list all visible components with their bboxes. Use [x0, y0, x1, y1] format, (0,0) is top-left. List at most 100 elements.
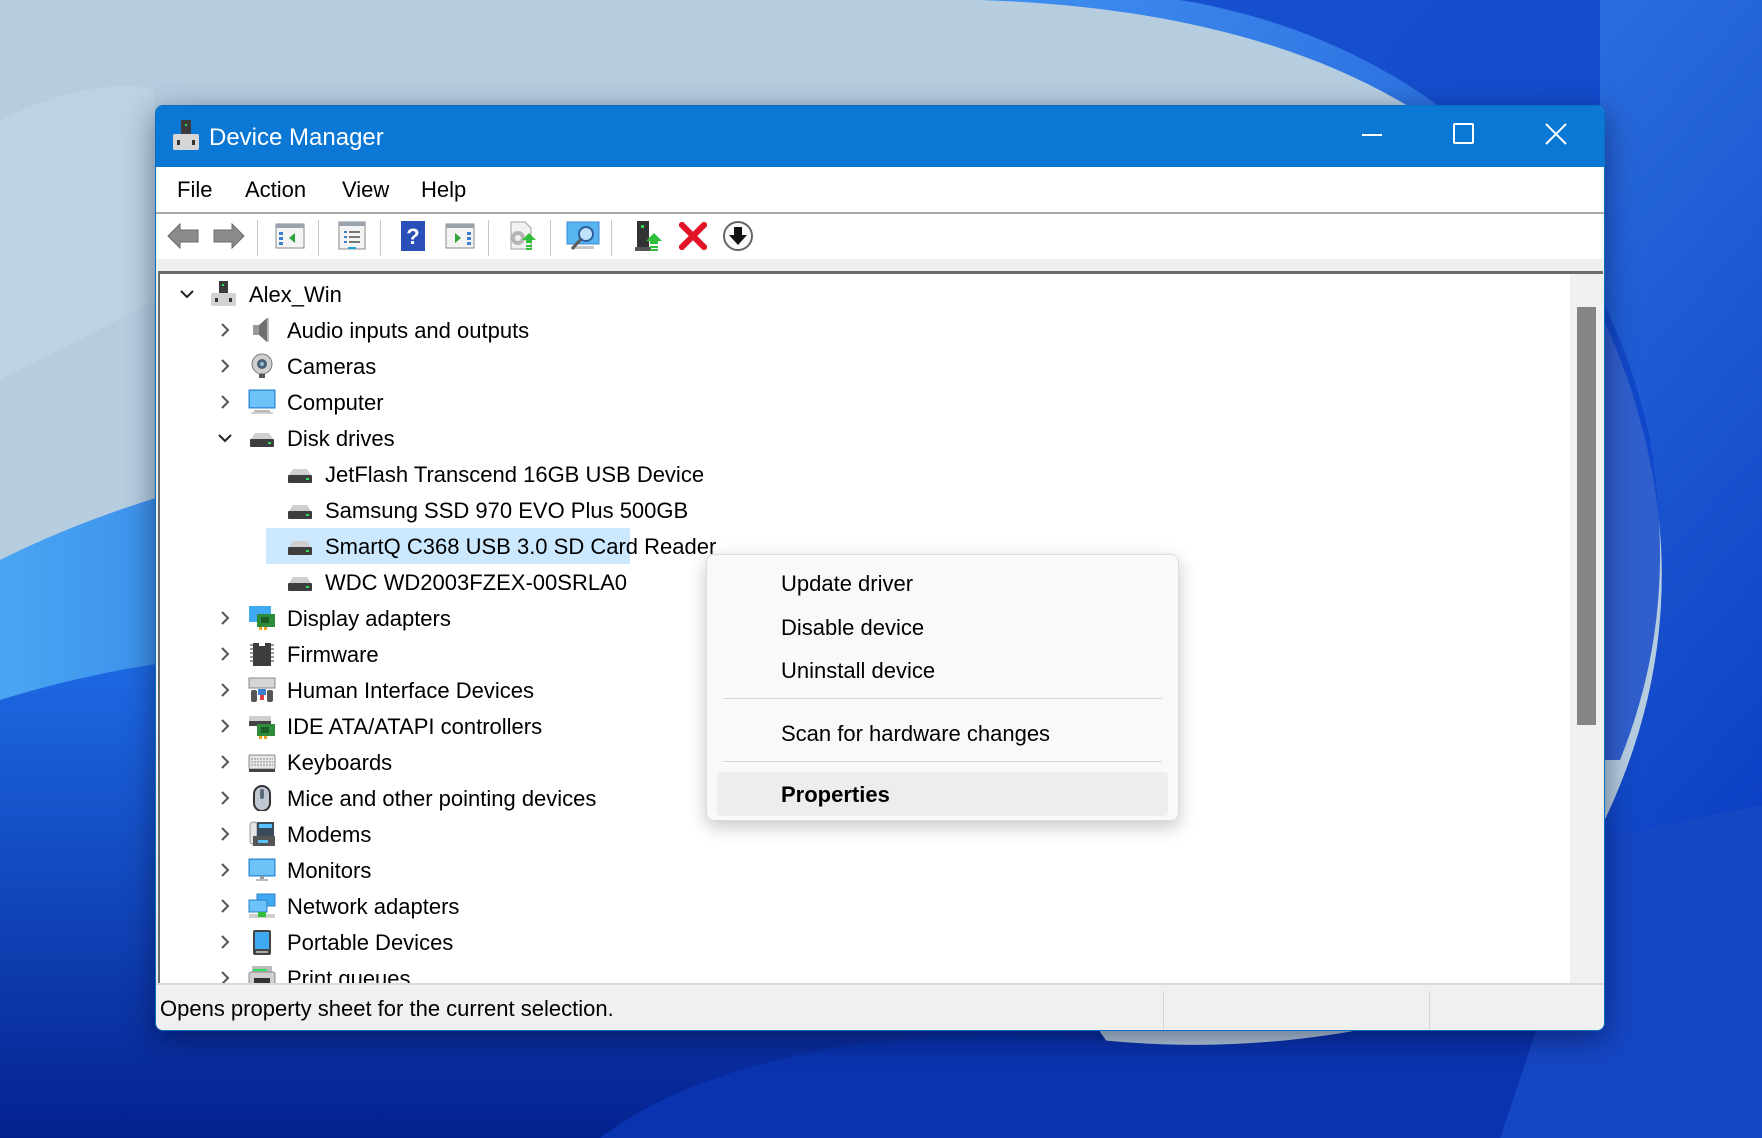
ctx-separator: [723, 761, 1162, 762]
menu-file[interactable]: File: [177, 177, 212, 203]
forward-button[interactable]: [212, 219, 246, 253]
chevron-right-icon[interactable]: [215, 788, 235, 808]
show-hide-console-tree-button[interactable]: [273, 219, 307, 253]
tree-root[interactable]: Alex_Win: [160, 276, 1560, 312]
title-bar[interactable]: Device Manager: [156, 106, 1604, 167]
ctx-scan-hardware[interactable]: Scan for hardware changes: [717, 713, 1168, 753]
toolbar-separator: [318, 220, 319, 256]
chevron-right-icon[interactable]: [215, 932, 235, 952]
help-icon: ?: [401, 221, 425, 251]
computer-monitor-icon: [248, 389, 276, 415]
show-hide-action-pane-button[interactable]: [443, 219, 477, 253]
menu-help[interactable]: Help: [421, 177, 466, 203]
scan-hardware-button[interactable]: [566, 219, 600, 253]
close-icon: [1545, 122, 1567, 145]
webcam-icon: [248, 353, 276, 379]
tree-item-label: Disk drives: [287, 426, 395, 451]
menu-view[interactable]: View: [342, 177, 389, 203]
chevron-right-icon[interactable]: [215, 968, 235, 983]
disk-drive-icon: [286, 497, 314, 523]
disk-drive-icon: [248, 425, 276, 451]
chevron-right-icon[interactable]: [215, 860, 235, 880]
toolbar-separator: [550, 220, 551, 256]
tree-item-label: Print queues: [287, 966, 411, 983]
status-divider: [1429, 991, 1430, 1030]
monitor-icon: [248, 857, 276, 883]
printer-icon: [248, 965, 276, 983]
tree-category[interactable]: Cameras: [160, 348, 1560, 384]
back-button[interactable]: [166, 219, 200, 253]
tree-category[interactable]: Network adapters: [160, 888, 1560, 924]
chevron-right-icon[interactable]: [215, 752, 235, 772]
uninstall-device-button[interactable]: [676, 219, 710, 253]
menu-bar: File Action View Help: [156, 167, 1604, 214]
keyboard-icon: [248, 749, 276, 775]
chevron-down-icon[interactable]: [177, 284, 197, 304]
update-driver-icon: [510, 221, 536, 250]
window-title: Device Manager: [209, 124, 384, 151]
chevron-right-icon[interactable]: [215, 644, 235, 664]
menu-action[interactable]: Action: [245, 177, 306, 203]
tree-item-label: Portable Devices: [287, 930, 454, 955]
console-tree-icon: [275, 223, 305, 249]
tree-item-label: Keyboards: [287, 750, 393, 775]
chevron-right-icon[interactable]: [215, 680, 235, 700]
close-button[interactable]: [1516, 106, 1596, 167]
properties-sheet-icon: [338, 221, 366, 250]
arrow-left-icon: [167, 223, 199, 249]
chevron-right-icon[interactable]: [215, 320, 235, 340]
tree-category[interactable]: Modems: [160, 816, 1560, 852]
network-adapter-icon: [248, 893, 276, 919]
tree-category[interactable]: Monitors: [160, 852, 1560, 888]
display-adapter-icon: [248, 605, 276, 631]
tree-category[interactable]: Portable Devices: [160, 924, 1560, 960]
update-driver-button[interactable]: [504, 219, 538, 253]
tree-device[interactable]: Samsung SSD 970 EVO Plus 500GB: [160, 492, 1560, 528]
tree-category[interactable]: Audio inputs and outputs: [160, 312, 1560, 348]
add-device-button[interactable]: [631, 219, 665, 253]
vertical-scrollbar[interactable]: [1570, 274, 1603, 983]
tree-item-label: JetFlash Transcend 16GB USB Device: [325, 462, 705, 487]
chevron-right-icon[interactable]: [215, 608, 235, 628]
properties-button[interactable]: [335, 219, 369, 253]
toolbar: ?: [156, 214, 1604, 260]
hid-icon: [248, 677, 276, 703]
disable-device-button[interactable]: [721, 219, 755, 253]
tree-item-label: Human Interface Devices: [287, 678, 534, 703]
chevron-right-icon[interactable]: [215, 392, 235, 412]
ctx-uninstall-device[interactable]: Uninstall device: [717, 650, 1168, 690]
device-manager-icon: [173, 120, 199, 150]
ctx-item-label: Update driver: [781, 571, 914, 596]
tree-item-label: Network adapters: [287, 894, 460, 919]
chevron-right-icon[interactable]: [215, 824, 235, 844]
status-bar: Opens property sheet for the current sel…: [156, 983, 1604, 1030]
ctx-properties[interactable]: Properties: [717, 772, 1168, 816]
scan-monitor-icon: [566, 221, 600, 251]
tree-item-label: Monitors: [287, 858, 372, 883]
tree-category[interactable]: Print queues: [160, 960, 1560, 983]
help-button[interactable]: ?: [396, 219, 430, 253]
maximize-icon: [1452, 123, 1474, 144]
speaker-icon: [248, 317, 276, 343]
action-pane-icon: [445, 223, 475, 249]
ctx-separator: [723, 698, 1162, 699]
scrollbar-thumb[interactable]: [1577, 307, 1596, 725]
tree-item-label: Mice and other pointing devices: [287, 786, 597, 811]
chevron-right-icon[interactable]: [215, 356, 235, 376]
ctx-disable-device[interactable]: Disable device: [717, 607, 1168, 647]
arrow-right-icon: [213, 223, 245, 249]
ctx-item-label: Scan for hardware changes: [781, 721, 1051, 746]
minimize-button[interactable]: [1332, 106, 1412, 167]
svg-text:?: ?: [406, 224, 419, 249]
chevron-right-icon[interactable]: [215, 896, 235, 916]
tree-category[interactable]: Disk drives: [160, 420, 1560, 456]
ctx-update-driver[interactable]: Update driver: [717, 563, 1168, 603]
tree-device[interactable]: JetFlash Transcend 16GB USB Device: [160, 456, 1560, 492]
chip-icon: [248, 641, 276, 667]
chevron-down-icon[interactable]: [215, 428, 235, 448]
chevron-right-icon[interactable]: [215, 716, 235, 736]
maximize-button[interactable]: [1423, 106, 1503, 167]
portable-device-icon: [248, 929, 276, 955]
toolbar-bottom-band: [156, 259, 1604, 271]
tree-category[interactable]: Computer: [160, 384, 1560, 420]
